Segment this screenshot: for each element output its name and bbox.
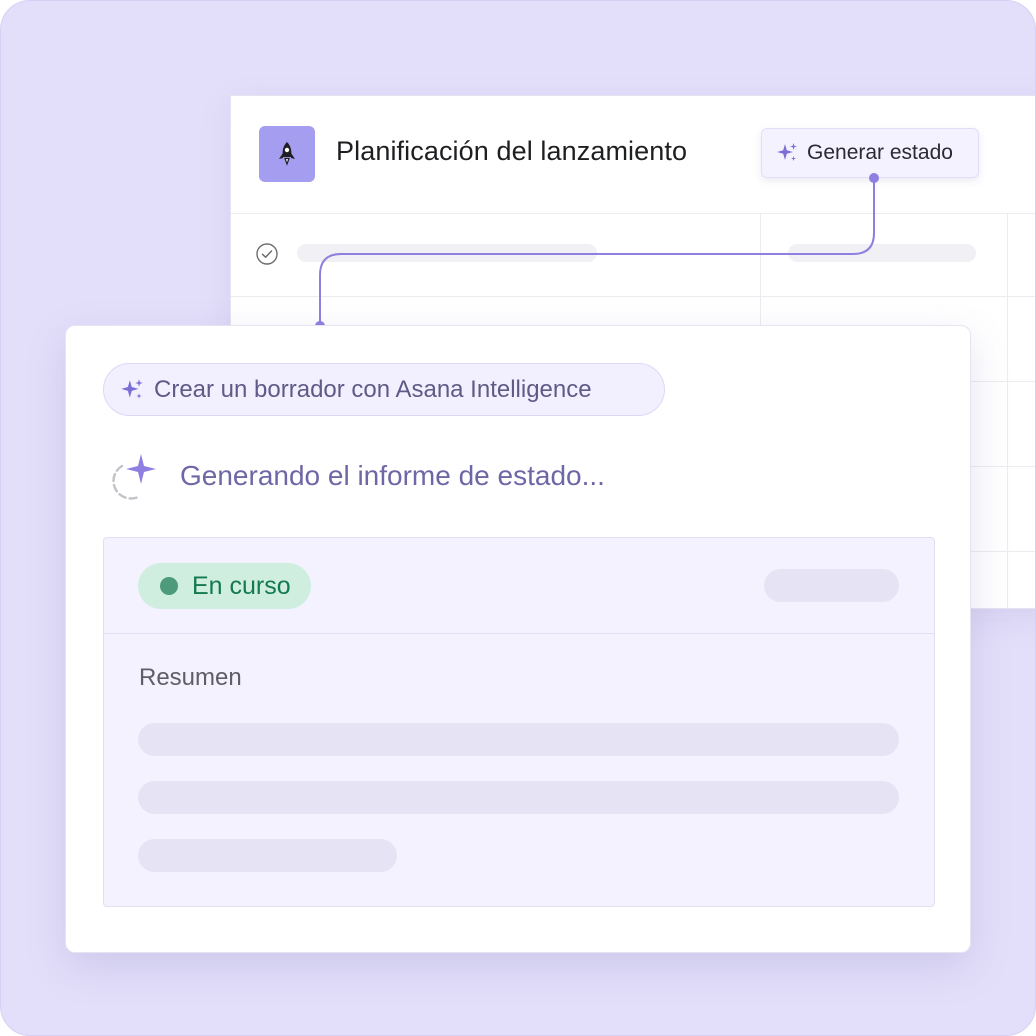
- asana-intelligence-chip[interactable]: Crear un borrador con Asana Intelligence: [103, 363, 665, 416]
- summary-line-placeholder: [138, 839, 397, 872]
- status-badge-label: En curso: [192, 571, 291, 600]
- status-badge[interactable]: En curso: [138, 563, 311, 609]
- status-draft-card: Crear un borrador con Asana Intelligence…: [65, 325, 971, 953]
- summary-line-placeholder: [138, 781, 899, 814]
- date-placeholder: [764, 569, 899, 602]
- status-report-preview: En curso Resumen: [103, 537, 935, 907]
- loading-sparkle-icon: [112, 454, 156, 500]
- canvas-background: Planificación del lanzamiento Generar es…: [0, 0, 1036, 1036]
- summary-label: Resumen: [139, 664, 242, 691]
- generating-text: Generando el informe de estado...: [180, 460, 605, 491]
- ai-chip-label: Crear un borrador con Asana Intelligence: [154, 375, 592, 403]
- sparkle-icon: [121, 378, 143, 399]
- summary-line-placeholder: [138, 723, 899, 756]
- generating-status: Generando el informe de estado...: [110, 452, 605, 500]
- status-divider: [104, 633, 934, 634]
- status-dot-icon: [160, 577, 178, 595]
